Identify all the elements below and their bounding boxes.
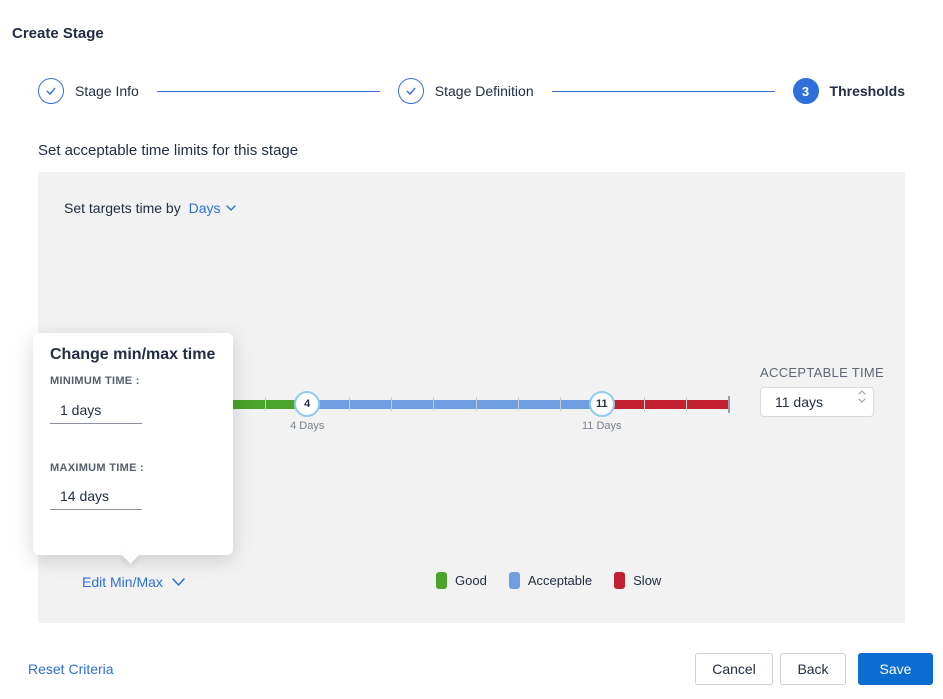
stepper: Stage Info Stage Definition 3 Thresholds [38, 78, 905, 104]
maximum-time-label: MAXIMUM TIME : [50, 462, 145, 474]
slider-handle-label: 11 Days [581, 420, 622, 432]
minmax-popover: Change min/max time MINIMUM TIME : MAXIM… [33, 333, 233, 564]
slider-tick [433, 397, 435, 411]
slider-legend: Good Acceptable Slow [436, 572, 661, 589]
slider-segment-acceptable [307, 400, 602, 409]
legend-item-slow: Slow [614, 572, 661, 589]
legend-item-good: Good [436, 572, 487, 589]
acceptable-time-label: ACCEPTABLE TIME [760, 365, 884, 380]
good-swatch-icon [436, 572, 447, 589]
minimum-time-input[interactable] [50, 396, 142, 424]
reset-criteria-link[interactable]: Reset Criteria [28, 661, 114, 677]
acceptable-time-input[interactable] [760, 387, 874, 417]
slider-tick [349, 397, 351, 411]
check-circle-icon [397, 78, 424, 104]
section-subtitle: Set acceptable time limits for this stag… [38, 142, 299, 159]
edit-minmax-label: Edit Min/Max [82, 574, 163, 590]
legend-label: Slow [633, 573, 662, 588]
minimum-time-label: MINIMUM TIME : [50, 375, 140, 387]
slider-tick [517, 397, 519, 411]
slider-handle-11[interactable]: 11 [588, 391, 615, 417]
save-button[interactable]: Save [858, 653, 933, 685]
step-stage-definition[interactable]: Stage Definition [397, 78, 534, 104]
legend-label: Acceptable [527, 573, 593, 588]
legend-label: Good [455, 573, 487, 588]
step-label: Thresholds [829, 83, 906, 99]
slider-segment-slow [601, 400, 728, 409]
step-thresholds[interactable]: 3 Thresholds [792, 78, 906, 104]
acceptable-swatch-icon [508, 572, 520, 589]
slow-swatch-icon [614, 572, 626, 589]
step-label: Stage Info [75, 83, 139, 99]
slider-tick [265, 397, 267, 411]
slider-tick [728, 396, 730, 413]
stepper-connector [551, 90, 775, 92]
slider-tick [685, 397, 687, 411]
maximum-time-input[interactable] [50, 482, 142, 510]
step-number-badge: 3 [792, 78, 819, 104]
chevron-up-icon [858, 390, 866, 395]
cancel-button[interactable]: Cancel [695, 653, 773, 685]
slider-tick [643, 397, 645, 411]
create-stage-wizard: Create Stage Stage Info Stage Definition… [0, 0, 943, 699]
popover-title: Change min/max time [50, 346, 216, 363]
slider-handle-4[interactable]: 4 [294, 391, 321, 417]
step-label: Stage Definition [434, 83, 534, 99]
stepper-connector [156, 90, 380, 92]
chevron-down-icon [858, 398, 866, 403]
slider-handle-label: 4 Days [290, 420, 325, 432]
chevron-down-icon [172, 578, 185, 586]
check-circle-icon [38, 78, 64, 104]
number-stepper[interactable] [858, 390, 866, 403]
slider-tick [475, 397, 477, 411]
acceptable-time-field [760, 387, 874, 417]
edit-minmax-toggle[interactable]: Edit Min/Max [82, 574, 185, 590]
back-button[interactable]: Back [780, 653, 846, 685]
step-stage-info[interactable]: Stage Info [38, 78, 139, 104]
slider-tick [559, 397, 561, 411]
legend-item-acceptable: Acceptable [508, 572, 593, 589]
page-title: Create Stage [12, 25, 104, 42]
slider-tick [391, 397, 393, 411]
